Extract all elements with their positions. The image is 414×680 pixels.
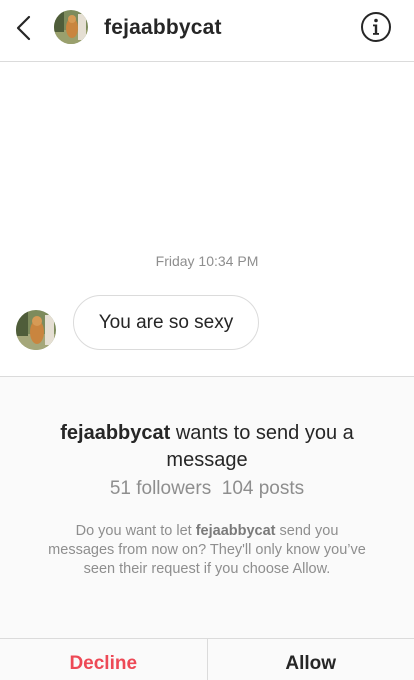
- request-description: Do you want to let fejaabbycat send you …: [48, 522, 366, 579]
- sender-avatar[interactable]: [16, 310, 56, 350]
- back-button[interactable]: [12, 14, 38, 42]
- request-username[interactable]: fejaabbycat: [60, 422, 170, 444]
- request-stats: 51 followers 104 posts: [0, 478, 414, 500]
- info-icon: [361, 12, 391, 42]
- request-title-text: wants to send you a message: [166, 422, 354, 471]
- request-title: fejaabbycat wants to send you a message: [40, 420, 374, 474]
- followers-count: 51 followers: [109, 478, 212, 499]
- request-desc-prefix: Do you want to let: [75, 523, 196, 539]
- allow-button[interactable]: Allow: [208, 639, 414, 680]
- info-button[interactable]: [360, 11, 392, 43]
- decline-button[interactable]: Decline: [0, 639, 207, 680]
- request-desc-username: fejaabbycat: [195, 523, 276, 539]
- message-row: You are so sexy: [0, 294, 414, 354]
- message-request-panel: fejaabbycat wants to send you a message …: [0, 376, 414, 680]
- chat-header: fejaabbycat: [0, 0, 414, 62]
- chevron-left-icon: [16, 15, 31, 41]
- message-bubble[interactable]: You are so sexy: [73, 295, 259, 350]
- request-actions: Decline Allow: [0, 638, 414, 680]
- header-username[interactable]: fejaabbycat: [104, 16, 222, 40]
- avatar[interactable]: [54, 10, 88, 44]
- message-timestamp: Friday 10:34 PM: [155, 253, 259, 269]
- posts-count: 104 posts: [221, 478, 305, 499]
